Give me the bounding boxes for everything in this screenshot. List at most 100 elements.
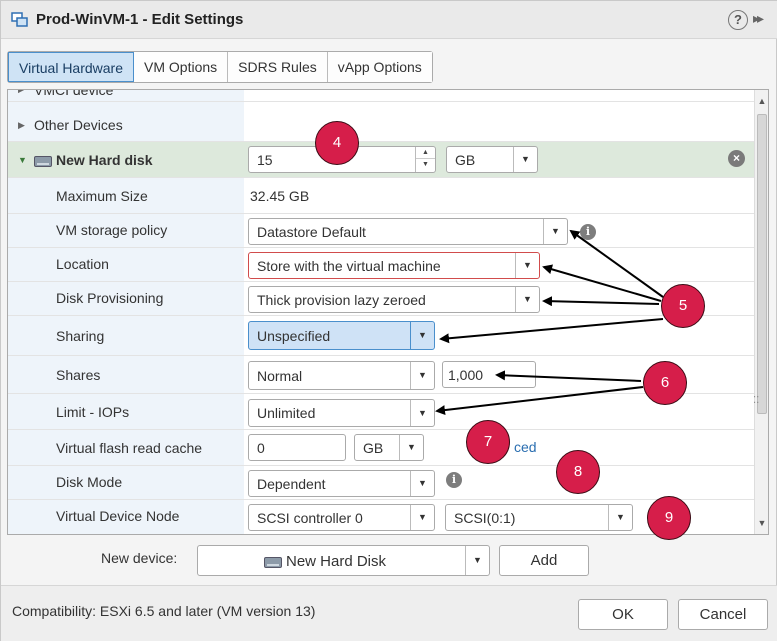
flash-cache-value: 0 [257,440,265,456]
remove-circle-icon[interactable]: × [728,150,745,167]
hardware-panel: ▶ VMCI device ▶ Other Devices ▼ New Hard… [7,89,769,535]
callout-4: 4 [315,121,359,165]
info-icon[interactable]: i [580,224,596,240]
callout-7: 7 [466,420,510,464]
tab-vm-options[interactable]: VM Options [134,52,229,82]
row-limit-iops: Limit - IOPs Unlimited ▼ [8,394,754,430]
scsi-controller-select[interactable]: SCSI controller 0 ▼ [248,504,435,531]
limit-iops-value: Unlimited [257,405,316,421]
other-devices-label: Other Devices [34,117,123,133]
sharing-select[interactable]: Unspecified ▼ [248,321,435,350]
disk-mode-value: Dependent [257,476,326,492]
disk-mode-label: Disk Mode [56,474,123,490]
storage-policy-value: Datastore Default [257,224,366,240]
tab-bar: Virtual Hardware VM Options SDRS Rules v… [7,51,433,83]
list-item-vmci[interactable]: ▶ VMCI device [8,89,754,102]
chevron-right-icon: ▶ [18,120,25,130]
callout-6: 6 [643,361,687,405]
row-storage-policy: VM storage policy Datastore Default ▼ i [8,214,754,248]
chevron-right-icon: ▶ [18,89,25,94]
new-device-selected: New Hard Disk [264,553,386,570]
row-shares: Shares Normal ▼ 1,000 [8,356,754,394]
shares-level-select[interactable]: Normal ▼ [248,361,435,390]
sharing-value: Unspecified [257,328,331,344]
row-maximum-size: Maximum Size 32.45 GB [8,178,754,214]
spinner-down-icon[interactable]: ▼ [416,159,435,171]
vm-settings-icon [11,12,28,27]
maximum-size-value: 32.45 GB [250,188,310,204]
new-hard-disk-text: New Hard disk [56,152,153,168]
advanced-link[interactable]: ced [514,439,537,455]
chevron-down-icon: ▼ [410,322,434,349]
flash-cache-label: Virtual flash read cache [56,440,203,456]
edit-settings-dialog: Prod-WinVM-1 - Edit Settings ? ▸▸ Virtua… [0,0,777,641]
flash-cache-unit: GB [363,440,384,456]
expand-icon[interactable]: ▸▸ [753,10,764,27]
location-value: Store with the virtual machine [257,258,441,274]
shares-level-value: Normal [257,368,303,384]
chevron-down-icon: ▼ [515,287,539,312]
row-location: Location Store with the virtual machine … [8,248,754,282]
sharing-label: Sharing [56,328,105,344]
add-device-button[interactable]: Add [499,545,589,576]
flash-cache-input[interactable]: 0 [248,434,346,461]
callout-5: 5 [661,284,705,328]
size-unit-value: GB [455,152,476,168]
row-flash-cache: Virtual flash read cache 0 GB ▼ ced [8,430,754,466]
list-item-new-hard-disk[interactable]: ▼ New Hard disk 15 ▲ ▼ GB ▼ × [8,142,754,178]
shares-label: Shares [56,367,101,383]
callout-8: 8 [556,450,600,494]
limit-iops-select[interactable]: Unlimited ▼ [248,399,435,427]
new-hard-disk-label: New Hard disk [34,152,152,168]
chevron-down-icon: ▼ [410,505,434,530]
vertical-scrollbar[interactable]: ▲ ▼ [754,90,768,534]
tab-sdrs-rules[interactable]: SDRS Rules [228,52,328,82]
disk-provisioning-value: Thick provision lazy zeroed [257,292,426,308]
row-disk-provisioning: Disk Provisioning Thick provision lazy z… [8,282,754,316]
disk-size-value: 15 [257,152,273,168]
disk-provisioning-label: Disk Provisioning [56,290,164,306]
compatibility-text: Compatibility: ESXi 6.5 and later (VM ve… [12,603,316,619]
flash-cache-unit-select[interactable]: GB ▼ [354,434,424,461]
title-bar: Prod-WinVM-1 - Edit Settings ? ▸▸ [1,1,777,39]
ok-button[interactable]: OK [578,599,668,630]
scroll-up-icon[interactable]: ▲ [756,96,768,108]
size-spinner[interactable]: ▲ ▼ [415,147,435,172]
row-sharing: Sharing Unspecified ▼ [8,316,754,356]
dialog-title: Prod-WinVM-1 - Edit Settings [36,11,244,28]
shares-value-input[interactable]: 1,000 [442,361,536,388]
disk-provisioning-select[interactable]: Thick provision lazy zeroed ▼ [248,286,540,313]
footer: Compatibility: ESXi 6.5 and later (VM ve… [1,585,777,641]
maximum-size-label: Maximum Size [56,188,148,204]
new-device-select[interactable]: New Hard Disk ▼ [197,545,490,576]
disk-mode-select[interactable]: Dependent ▼ [248,470,435,497]
info-icon[interactable]: i [446,472,462,488]
tab-vapp-options[interactable]: vApp Options [327,52,432,82]
disk-size-unit-select[interactable]: GB ▼ [446,146,538,173]
device-node-label: Virtual Device Node [56,508,180,524]
help-icon[interactable]: ? [728,10,748,30]
list-item-other-devices[interactable]: ▶ Other Devices [8,108,754,142]
storage-policy-label: VM storage policy [56,222,168,238]
chevron-down-icon: ▼ [410,400,434,426]
scsi-node-select[interactable]: SCSI(0:1) ▼ [445,504,633,531]
chevron-down-icon: ▼ [515,253,539,278]
location-select[interactable]: Store with the virtual machine ▼ [248,252,540,279]
scsi-node-value: SCSI(0:1) [454,510,516,526]
spinner-up-icon[interactable]: ▲ [416,147,435,159]
shares-value: 1,000 [448,367,484,383]
chevron-down-icon: ▼ [399,435,423,460]
chevron-down-icon: ▼ [513,147,537,172]
storage-policy-select[interactable]: Datastore Default ▼ [248,218,568,245]
chevron-down-icon: ▼ [608,505,632,530]
scroll-down-icon[interactable]: ▼ [756,518,768,530]
tab-virtual-hardware[interactable]: Virtual Hardware [8,52,135,82]
resize-grip-icon[interactable]: ⁚⁚ [753,395,759,406]
scsi-controller-value: SCSI controller 0 [257,510,363,526]
new-device-label: New device: [101,550,178,566]
location-label: Location [56,256,109,272]
chevron-down-icon: ▼ [410,362,434,389]
chevron-down-icon: ▼ [543,219,567,244]
cancel-button[interactable]: Cancel [678,599,768,630]
scroll-thumb[interactable] [757,114,767,414]
